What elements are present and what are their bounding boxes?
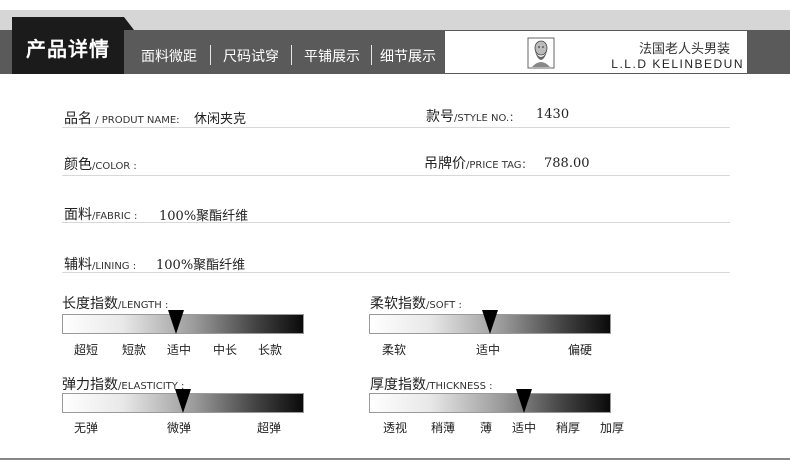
style-no-value: 1430 (536, 107, 570, 122)
price-tag-label: 吊牌价/PRICE TAG： (424, 153, 532, 173)
length-tick: 适中 (167, 343, 192, 357)
length-index-pointer (167, 310, 184, 334)
nav-fabric-macro[interactable]: 面料微距 (141, 46, 197, 66)
color-label-en: /COLOR : (92, 161, 137, 172)
price-tag-label-en: /PRICE TAG： (466, 160, 532, 171)
row-divider (62, 175, 730, 176)
soft-index-label-en: /SOFT : (426, 300, 462, 311)
nav-flat-display[interactable]: 平铺展示 (304, 46, 360, 66)
thickness-index-pointer (515, 389, 532, 413)
thickness-tick: 薄 (480, 421, 493, 435)
lining-label-cn: 辅料 (64, 257, 92, 273)
row-divider (62, 272, 730, 273)
product-name-label-en: / PRODUT NAME: (92, 115, 180, 126)
length-index-label-en: /LENGTH : (118, 300, 169, 311)
color-label: 颜色/COLOR : (64, 154, 137, 174)
soft-index-label-cn: 柔软指数 (370, 296, 426, 312)
elasticity-tick: 微弹 (167, 421, 192, 435)
soft-index-label: 柔软指数/SOFT : (370, 293, 462, 313)
lining-label: 辅料/LINING : (64, 254, 136, 274)
row-divider (62, 127, 730, 128)
thickness-index-label: 厚度指数/THICKNESS : (370, 374, 493, 394)
elasticity-index-label: 弹力指数/ELASTICITY : (62, 374, 184, 394)
soft-index-pointer (482, 310, 498, 334)
fabric-label-en: /FABRIC : (92, 211, 138, 222)
price-tag-label-cn: 吊牌价 (424, 156, 466, 172)
thickness-tick: 稍厚 (556, 421, 581, 435)
length-tick: 长款 (258, 343, 283, 357)
thickness-tick: 加厚 (600, 421, 625, 435)
lining-value: 100%聚酯纤维 (156, 258, 246, 273)
product-name-label: 品名 / PRODUT NAME: (64, 108, 180, 128)
fabric-label: 面料/FABRIC : (64, 204, 137, 224)
fabric-label-cn: 面料 (64, 207, 92, 223)
old-man-head-logo-icon (527, 37, 555, 69)
elasticity-tick: 无弹 (74, 421, 99, 435)
tab-notch (124, 17, 134, 30)
nav-detail-display[interactable]: 细节展示 (380, 46, 436, 66)
header-top-strip (0, 0, 790, 10)
nav-size-trial[interactable]: 尺码试穿 (223, 46, 279, 66)
style-no-label-cn: 款号 (426, 109, 454, 125)
nav-separator (371, 45, 372, 65)
lining-label-en: /LINING : (92, 261, 137, 272)
thickness-tick: 适中 (512, 421, 537, 435)
soft-tick: 柔软 (382, 343, 407, 357)
thickness-tick: 稍薄 (431, 421, 456, 435)
thickness-index-bar (369, 393, 611, 413)
length-index-label: 长度指数/LENGTH : (62, 293, 168, 313)
color-label-cn: 颜色 (64, 157, 92, 173)
length-tick: 超短 (74, 343, 99, 357)
tab-product-details-label: 产品详情 (26, 37, 110, 61)
length-index-label-cn: 长度指数 (62, 296, 118, 312)
product-name-value: 休闲夹克 (194, 112, 247, 127)
length-tick: 短款 (122, 343, 147, 357)
soft-tick: 偏硬 (568, 343, 593, 357)
thickness-index-label-en: /THICKNESS : (426, 381, 493, 392)
nav-separator (291, 45, 292, 65)
brand-name-en: L.L.D KELINBEDUN (611, 57, 744, 71)
style-no-label: 款号/STYLE NO.： (426, 106, 519, 126)
thickness-index-label-cn: 厚度指数 (370, 377, 426, 393)
price-tag-value: 788.00 (544, 156, 590, 171)
soft-tick: 适中 (476, 343, 501, 357)
product-name-label-cn: 品名 (64, 111, 92, 127)
nav-separator (210, 45, 211, 65)
elasticity-tick: 超弹 (257, 421, 282, 435)
row-divider (62, 222, 730, 223)
thickness-tick: 透视 (383, 421, 408, 435)
elasticity-index-label-cn: 弹力指数 (62, 377, 118, 393)
length-tick: 中长 (213, 343, 238, 357)
elasticity-index-pointer (175, 389, 191, 413)
style-no-label-en: /STYLE NO.： (454, 113, 520, 124)
brand-name-cn: 法国老人头男装 (638, 42, 730, 57)
